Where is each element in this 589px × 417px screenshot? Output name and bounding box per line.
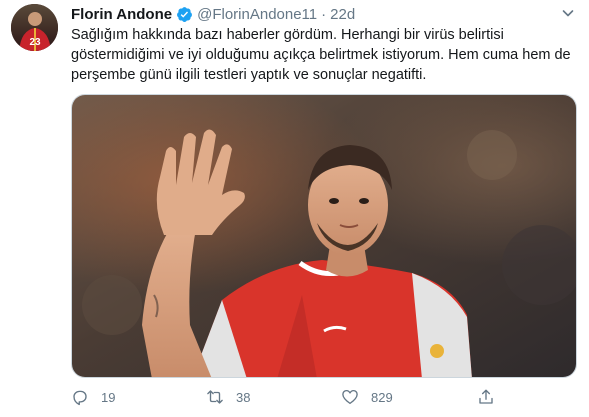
tweet-actions: 19 38 829 bbox=[71, 388, 576, 410]
reply-count: 19 bbox=[101, 389, 116, 405]
retweet-button[interactable]: 38 bbox=[206, 388, 250, 406]
retweet-icon bbox=[207, 390, 223, 404]
like-button[interactable]: 829 bbox=[341, 388, 393, 406]
separator-dot: · bbox=[321, 5, 327, 23]
tweet-header: Florin Andone @FlorinAndone11 · 22d bbox=[71, 4, 355, 24]
player-photo bbox=[72, 95, 576, 377]
share-icon bbox=[479, 389, 493, 404]
chevron-down-icon[interactable] bbox=[561, 6, 575, 20]
heart-icon bbox=[342, 389, 358, 405]
tweet-photo[interactable] bbox=[71, 94, 577, 378]
tweet-timestamp[interactable]: 22d bbox=[330, 6, 355, 23]
avatar[interactable]: 23 bbox=[11, 4, 58, 51]
author-name[interactable]: Florin Andone bbox=[71, 6, 172, 23]
like-count: 829 bbox=[371, 389, 393, 405]
verified-badge-icon bbox=[176, 6, 193, 23]
retweet-count: 38 bbox=[236, 389, 251, 405]
tweet-card[interactable]: 23 Florin Andone @FlorinAndone11 · 22d S… bbox=[0, 0, 589, 417]
tweet-text: Sağlığım hakkında bazı haberler gördüm. … bbox=[71, 27, 571, 83]
avatar-jersey-number: 23 bbox=[29, 37, 41, 48]
avatar-image: 23 bbox=[11, 4, 58, 51]
reply-icon bbox=[73, 390, 87, 406]
author-handle[interactable]: @FlorinAndone11 bbox=[197, 6, 317, 23]
reply-button[interactable]: 19 bbox=[71, 388, 115, 406]
share-button[interactable] bbox=[477, 388, 495, 406]
